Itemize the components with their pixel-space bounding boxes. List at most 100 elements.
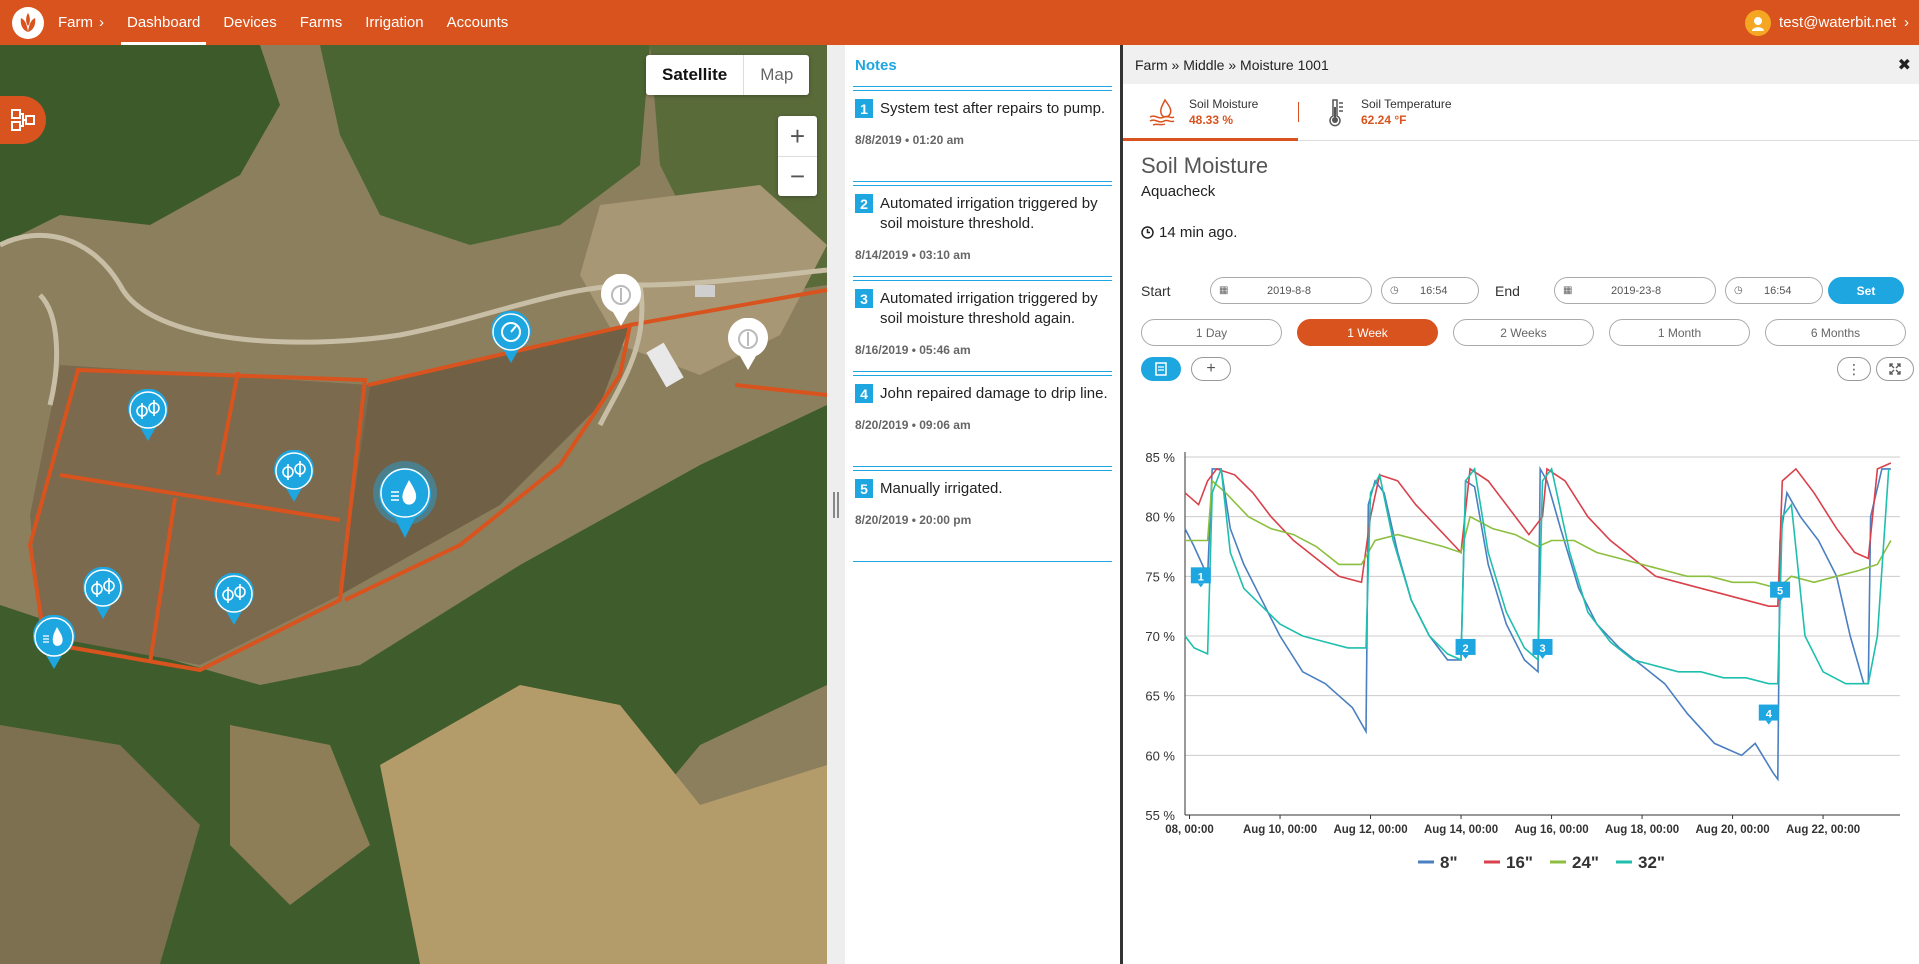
start-date-input[interactable]: ▦ 2019-8-8 — [1210, 277, 1372, 304]
breadcrumb: Farm » Middle » Moisture 1001 ✖ — [1123, 45, 1919, 84]
flow-meter-pin-icon[interactable] — [490, 311, 532, 363]
notes-title: Notes — [853, 45, 1112, 87]
close-icon[interactable]: ✖ — [1898, 55, 1911, 75]
layers-toggle-button[interactable] — [0, 96, 46, 144]
waterbit-logo-icon[interactable] — [10, 5, 46, 41]
y-tick-label: 75 % — [1145, 569, 1175, 584]
note-text: Manually irrigated. — [880, 480, 1003, 497]
tab-soil-moisture[interactable]: Soil Moisture 48.33 % — [1123, 84, 1298, 141]
period-1-week[interactable]: 1 Week — [1297, 319, 1438, 346]
farm-map[interactable]: Satellite Map + − — [0, 45, 827, 964]
set-range-button[interactable]: Set — [1828, 277, 1904, 304]
flow-meter-inactive-pin-icon[interactable] — [727, 318, 769, 370]
note-text: Automated irrigation triggered by soil m… — [880, 290, 1098, 327]
last-updated-text: 14 min ago. — [1159, 224, 1238, 241]
note-number: 4 — [855, 384, 873, 403]
panel-resize-handle[interactable] — [827, 45, 845, 964]
moisture-sensor-selected-pin-icon[interactable] — [371, 460, 439, 540]
note-item[interactable]: 1 System test after repairs to pump. 8/8… — [853, 90, 1112, 182]
valve-pin-icon[interactable] — [82, 567, 124, 619]
legend-label: 24" — [1572, 853, 1599, 872]
end-date-value: 2019-23-8 — [1611, 284, 1662, 297]
note-marker-label: 1 — [1198, 571, 1204, 583]
start-date-value: 2019-8-8 — [1267, 284, 1312, 297]
y-tick-label: 60 % — [1145, 748, 1175, 763]
user-menu[interactable]: test@waterbit.net › — [1745, 0, 1909, 45]
soil-moisture-chart[interactable]: 85 % 80 % 75 % 70 % 65 % 60 % 55 %08, 00:00 Aug… — [1133, 387, 1913, 887]
note-marker-label: 3 — [1539, 643, 1545, 655]
plus-icon: + — [1206, 360, 1216, 377]
note-marker-label: 2 — [1463, 643, 1469, 655]
valve-pin-icon[interactable] — [213, 573, 255, 625]
last-updated: 14 min ago. — [1141, 224, 1919, 241]
calendar-icon: ▦ — [1219, 285, 1229, 296]
chart-menu-button[interactable]: ⋮ — [1837, 357, 1871, 381]
x-tick-label: 08, 00:00 — [1165, 824, 1214, 836]
note-date: 8/20/2019 • 20:00 pm — [855, 513, 972, 527]
period-6-months[interactable]: 6 Months — [1765, 319, 1906, 346]
y-tick-label: 70 % — [1145, 629, 1175, 644]
tab-label: Soil Temperature — [1361, 97, 1452, 111]
zoom-in-button[interactable]: + — [778, 116, 817, 156]
tab-label: Soil Moisture — [1189, 97, 1259, 111]
x-tick-label: Aug 10, 00:00 — [1243, 824, 1317, 836]
avatar — [1745, 9, 1772, 36]
map-type-toggle: Satellite Map — [646, 55, 810, 95]
breadcrumb-text: Farm » Middle » Moisture 1001 — [1135, 56, 1329, 73]
valve-pin-icon[interactable] — [127, 389, 169, 441]
period-selector: 1 Day 1 Week 2 Weeks 1 Month 6 Months — [1141, 319, 1906, 346]
end-date-input[interactable]: ▦ 2019-23-8 — [1554, 277, 1716, 304]
note-marker-pointer — [1765, 720, 1772, 725]
nav-devices[interactable]: Devices — [223, 0, 276, 45]
nav-farms[interactable]: Farms — [300, 0, 343, 45]
note-marker-pointer — [1462, 654, 1469, 659]
y-tick-label: 80 % — [1145, 510, 1175, 525]
fullscreen-button[interactable] — [1876, 357, 1914, 381]
note-item[interactable]: 5 Manually irrigated. 8/20/2019 • 20:00 … — [853, 470, 1112, 562]
note-text: John repaired damage to drip line. — [880, 385, 1108, 402]
legend-label: 8" — [1440, 853, 1458, 872]
period-1-month[interactable]: 1 Month — [1609, 319, 1750, 346]
note-number: 3 — [855, 289, 873, 308]
note-item[interactable]: 2 Automated irrigation triggered by soil… — [853, 185, 1112, 277]
date-range-controls: Start ▦ 2019-8-8 ◷ 16:54 End ▦ 2019-23-8… — [1141, 277, 1911, 304]
tab-value: 62.24 °F — [1361, 113, 1407, 127]
sensor-detail-panel: Farm » Middle » Moisture 1001 ✖ Soil Moi… — [1120, 45, 1919, 964]
add-note-button[interactable]: + — [1191, 357, 1231, 381]
sensor-tabs: Soil Moisture 48.33 % Soil Temperature 6… — [1123, 84, 1919, 141]
note-date: 8/16/2019 • 05:46 am — [855, 343, 971, 357]
note-text: System test after repairs to pump. — [880, 100, 1106, 117]
end-time-input[interactable]: ◷ 16:54 — [1725, 277, 1823, 304]
moisture-sensor-pin-icon[interactable] — [32, 615, 76, 669]
start-time-input[interactable]: ◷ 16:54 — [1381, 277, 1479, 304]
zoom-out-button[interactable]: − — [778, 156, 817, 196]
note-item[interactable]: 3 Automated irrigation triggered by soil… — [853, 280, 1112, 372]
notes-panel: Notes 1 System test after repairs to pum… — [845, 45, 1120, 964]
note-marker-pointer — [1197, 583, 1204, 588]
note-item[interactable]: 4 John repaired damage to drip line. 8/2… — [853, 375, 1112, 467]
nav-irrigation[interactable]: Irrigation — [365, 0, 423, 45]
top-nav: Farm › Dashboard Devices Farms Irrigatio… — [0, 0, 1919, 45]
map-button[interactable]: Map — [743, 55, 809, 95]
chevron-right-icon: › — [99, 14, 104, 31]
nav-accounts[interactable]: Accounts — [447, 0, 509, 45]
x-tick-label: Aug 22, 00:00 — [1786, 824, 1860, 836]
valve-pin-icon[interactable] — [273, 450, 315, 502]
end-time-value: 16:54 — [1764, 284, 1792, 297]
note-marker-label: 4 — [1766, 709, 1773, 721]
satellite-button[interactable]: Satellite — [646, 55, 743, 95]
period-1-day[interactable]: 1 Day — [1141, 319, 1282, 346]
clock-icon — [1141, 226, 1154, 239]
nav-dashboard[interactable]: Dashboard — [120, 0, 207, 45]
series-line-1 — [1184, 465, 1891, 782]
notes-toggle-button[interactable] — [1141, 357, 1181, 381]
flow-meter-inactive-pin-icon[interactable] — [600, 274, 642, 326]
notes-icon — [1155, 362, 1167, 376]
farm-selector[interactable]: Farm › — [58, 14, 104, 31]
farm-selector-label: Farm — [58, 14, 93, 31]
x-tick-label: Aug 12, 00:00 — [1333, 824, 1407, 836]
y-tick-label: 85 % — [1145, 450, 1175, 465]
tab-soil-temperature[interactable]: Soil Temperature 62.24 °F — [1299, 84, 1474, 140]
note-date: 8/14/2019 • 03:10 am — [855, 248, 971, 262]
period-2-weeks[interactable]: 2 Weeks — [1453, 319, 1594, 346]
